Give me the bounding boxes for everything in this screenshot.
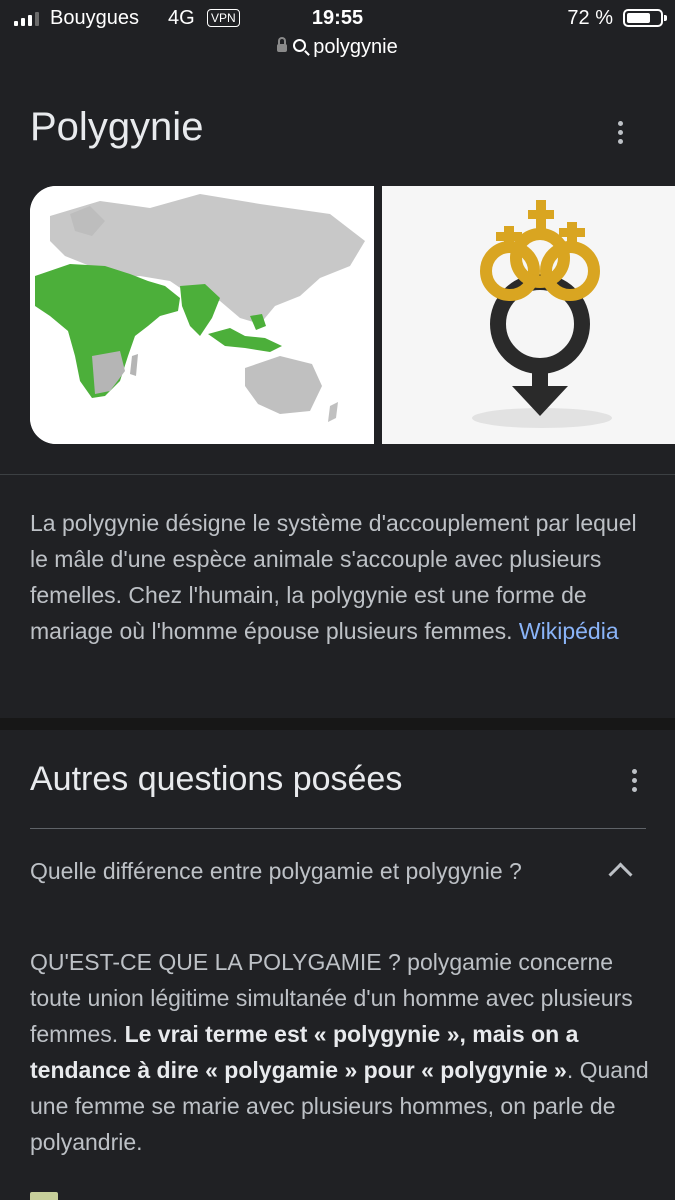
chevron-up-icon[interactable] [608, 862, 633, 887]
people-also-ask-title: Autres questions posées [30, 760, 403, 798]
more-options-icon[interactable] [622, 764, 646, 796]
wikipedia-link[interactable]: Wikipédia [519, 618, 619, 644]
divider [0, 474, 675, 475]
world-map-image[interactable] [30, 186, 374, 444]
url-bar[interactable]: polygynie [0, 36, 675, 59]
knowledge-panel-description: La polygynie désigne le système d'accoup… [30, 505, 650, 649]
knowledge-panel-title: Polygynie [30, 105, 204, 149]
search-query: polygynie [313, 36, 398, 58]
answer-text: QU'EST-CE QUE LA POLYGAMIE ? polygamie c… [30, 944, 650, 1160]
more-options-icon[interactable] [608, 116, 632, 148]
section-divider [0, 718, 675, 730]
search-icon [293, 39, 307, 53]
lock-icon [277, 36, 288, 52]
gender-symbols-image[interactable] [382, 186, 675, 444]
battery-percent: 72 % [567, 7, 613, 29]
question-toggle[interactable]: Quelle différence entre polygamie et pol… [30, 858, 522, 885]
divider [30, 828, 646, 829]
source-favicon [30, 1192, 58, 1200]
status-bar: Bouygues 4G VPN 19:55 72 % [0, 0, 675, 36]
battery-icon [623, 9, 667, 27]
